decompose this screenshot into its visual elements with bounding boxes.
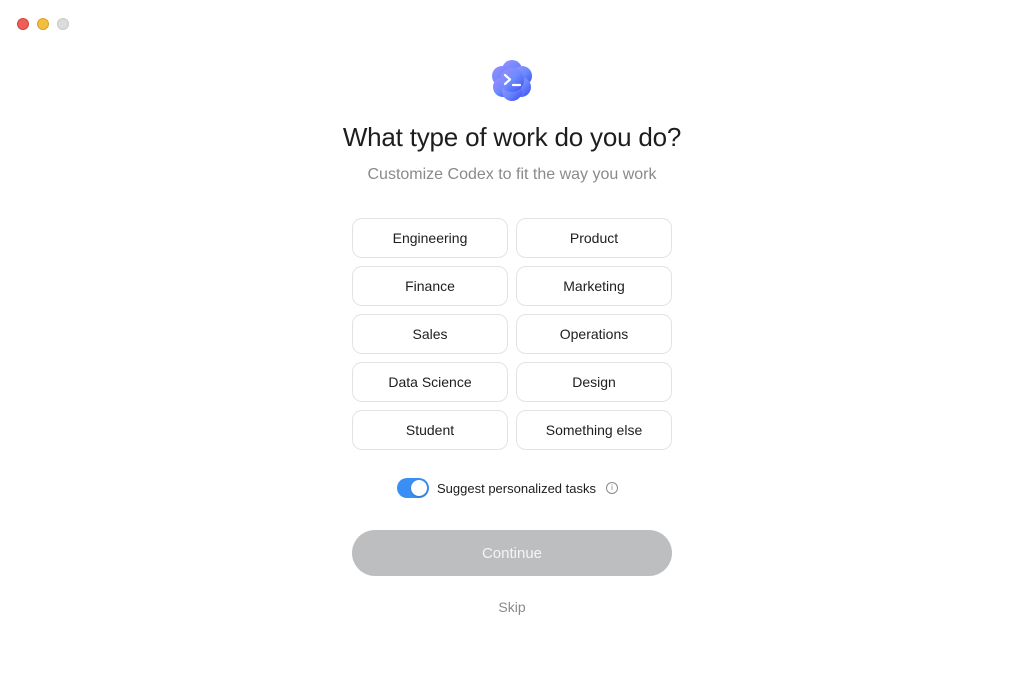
option-engineering[interactable]: Engineering (352, 218, 508, 258)
work-type-options: Engineering Product Finance Marketing Sa… (352, 218, 672, 450)
codex-logo-icon (490, 58, 534, 102)
option-marketing[interactable]: Marketing (516, 266, 672, 306)
zoom-window-button[interactable] (57, 18, 69, 30)
toggle-knob (411, 480, 427, 496)
page-title: What type of work do you do? (342, 122, 682, 152)
personalized-tasks-row: Suggest personalized tasks i (397, 477, 618, 499)
info-icon[interactable]: i (605, 482, 618, 494)
option-data-science[interactable]: Data Science (352, 362, 508, 402)
skip-link[interactable]: Skip (0, 597, 1024, 617)
option-design[interactable]: Design (516, 362, 672, 402)
option-product[interactable]: Product (516, 218, 672, 258)
option-sales[interactable]: Sales (352, 314, 508, 354)
option-something-else[interactable]: Something else (516, 410, 672, 450)
option-student[interactable]: Student (352, 410, 508, 450)
close-window-button[interactable] (17, 18, 29, 30)
continue-button[interactable]: Continue (352, 530, 672, 576)
window-controls (17, 18, 69, 30)
option-operations[interactable]: Operations (516, 314, 672, 354)
option-finance[interactable]: Finance (352, 266, 508, 306)
personalized-tasks-toggle[interactable] (397, 478, 429, 498)
onboarding-window: What type of work do you do? Customize C… (0, 0, 1024, 680)
minimize-window-button[interactable] (37, 18, 49, 30)
personalized-tasks-label: Suggest personalized tasks (437, 480, 596, 496)
page-subtitle: Customize Codex to fit the way you work (367, 166, 657, 183)
